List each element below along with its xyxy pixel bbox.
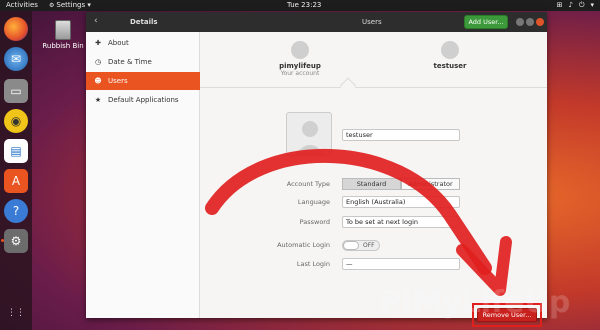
- sidebar-item-about[interactable]: ✚ About: [86, 34, 200, 52]
- plus-icon: ✚: [95, 39, 101, 47]
- language-field[interactable]: English (Australia): [342, 196, 460, 208]
- power-icon: ⏻: [578, 1, 585, 9]
- rubbish-bin[interactable]: Rubbish Bin: [42, 20, 84, 50]
- sidebar: ✚ About ◷ Date & Time ☻ Users ★ Default …: [86, 32, 200, 318]
- page-title: Users: [362, 18, 382, 26]
- panel-title: Details: [130, 18, 158, 26]
- user-avatar-large[interactable]: [286, 112, 332, 156]
- clock-icon: ◷: [94, 58, 102, 66]
- avatar: [441, 41, 459, 59]
- maximize-button[interactable]: [526, 18, 534, 26]
- standard-option[interactable]: Standard: [342, 178, 401, 190]
- language-label: Language: [297, 198, 330, 206]
- firefox-icon[interactable]: [4, 17, 28, 41]
- clock[interactable]: Tue 23:23: [287, 0, 321, 11]
- users-panel: pimylifeup Your account testuser testuse…: [200, 32, 547, 327]
- system-tray[interactable]: ⊞ ♪ ⏻ ▾: [557, 0, 594, 11]
- rhythmbox-icon[interactable]: ◉: [4, 109, 28, 133]
- users-icon: ☻: [94, 77, 102, 85]
- volume-icon: ♪: [568, 1, 573, 9]
- settings-icon[interactable]: ⚙: [1, 229, 28, 253]
- sidebar-item-date-time[interactable]: ◷ Date & Time: [86, 53, 200, 71]
- rubbish-bin-label: Rubbish Bin: [42, 42, 84, 50]
- person-icon: [295, 121, 325, 155]
- sidebar-item-users[interactable]: ☻ Users: [86, 72, 200, 90]
- add-user-button[interactable]: Add User...: [464, 15, 508, 29]
- header-bar: ‹ Details Users Add User...: [86, 12, 547, 32]
- show-apps-icon[interactable]: ⋮⋮: [4, 301, 28, 325]
- star-icon: ★: [94, 96, 102, 104]
- thunderbird-icon[interactable]: ✉: [4, 47, 28, 71]
- close-button[interactable]: [536, 18, 544, 26]
- last-login-label: Last Login: [296, 260, 330, 268]
- automatic-login-label: Automatic Login: [277, 241, 330, 249]
- user-card-pimylifeup[interactable]: pimylifeup Your account: [260, 41, 340, 77]
- app-menu[interactable]: ⚙ Settings ▾: [49, 0, 91, 11]
- last-login-field[interactable]: —: [342, 258, 460, 270]
- user-list: pimylifeup Your account testuser: [200, 32, 547, 88]
- user-card-testuser[interactable]: testuser: [410, 41, 490, 70]
- libreoffice-writer-icon[interactable]: ▤: [4, 139, 28, 163]
- software-icon[interactable]: A: [4, 169, 28, 193]
- app-menu-label: Settings ▾: [56, 1, 91, 9]
- sidebar-item-label: Date & Time: [108, 58, 152, 66]
- user-name: testuser: [433, 62, 467, 70]
- account-type-label: Account Type: [286, 180, 330, 188]
- user-subtitle: Your account: [280, 70, 320, 77]
- avatar: [291, 41, 309, 59]
- help-icon[interactable]: ?: [4, 199, 28, 223]
- administrator-option[interactable]: Administrator: [401, 178, 460, 190]
- trash-icon: [55, 20, 71, 40]
- sidebar-item-default-applications[interactable]: ★ Default Applications: [86, 91, 200, 109]
- password-label: Password: [299, 218, 330, 226]
- sidebar-item-label: Users: [108, 77, 128, 85]
- watermark: PiMyLifeUp: [380, 285, 571, 320]
- chevron-down-icon: ▾: [590, 1, 594, 9]
- gear-icon: ⚙: [49, 2, 55, 9]
- back-chevron-icon[interactable]: ‹: [94, 16, 98, 26]
- top-bar: Activities ⚙ Settings ▾ Tue 23:23 ⊞ ♪ ⏻ …: [0, 0, 600, 11]
- toggle-state: OFF: [363, 242, 375, 249]
- sidebar-item-label: Default Applications: [108, 96, 179, 104]
- settings-window: ‹ Details Users Add User... ✚ About ◷ Da…: [86, 12, 547, 327]
- minimize-button[interactable]: [516, 18, 524, 26]
- dock: ✉ ▭ ◉ ▤ A ? ⚙ ⋮⋮: [0, 11, 32, 330]
- username-field[interactable]: testuser: [342, 129, 460, 141]
- account-type-switch: Standard Administrator: [342, 178, 460, 190]
- user-name: pimylifeup: [279, 62, 321, 70]
- automatic-login-toggle[interactable]: OFF: [342, 240, 380, 251]
- password-field[interactable]: To be set at next login: [342, 216, 460, 228]
- files-icon[interactable]: ▭: [4, 79, 28, 103]
- sidebar-item-label: About: [108, 39, 129, 47]
- toggle-knob: [343, 241, 359, 250]
- activities-button[interactable]: Activities: [6, 0, 38, 11]
- network-icon: ⊞: [556, 1, 563, 9]
